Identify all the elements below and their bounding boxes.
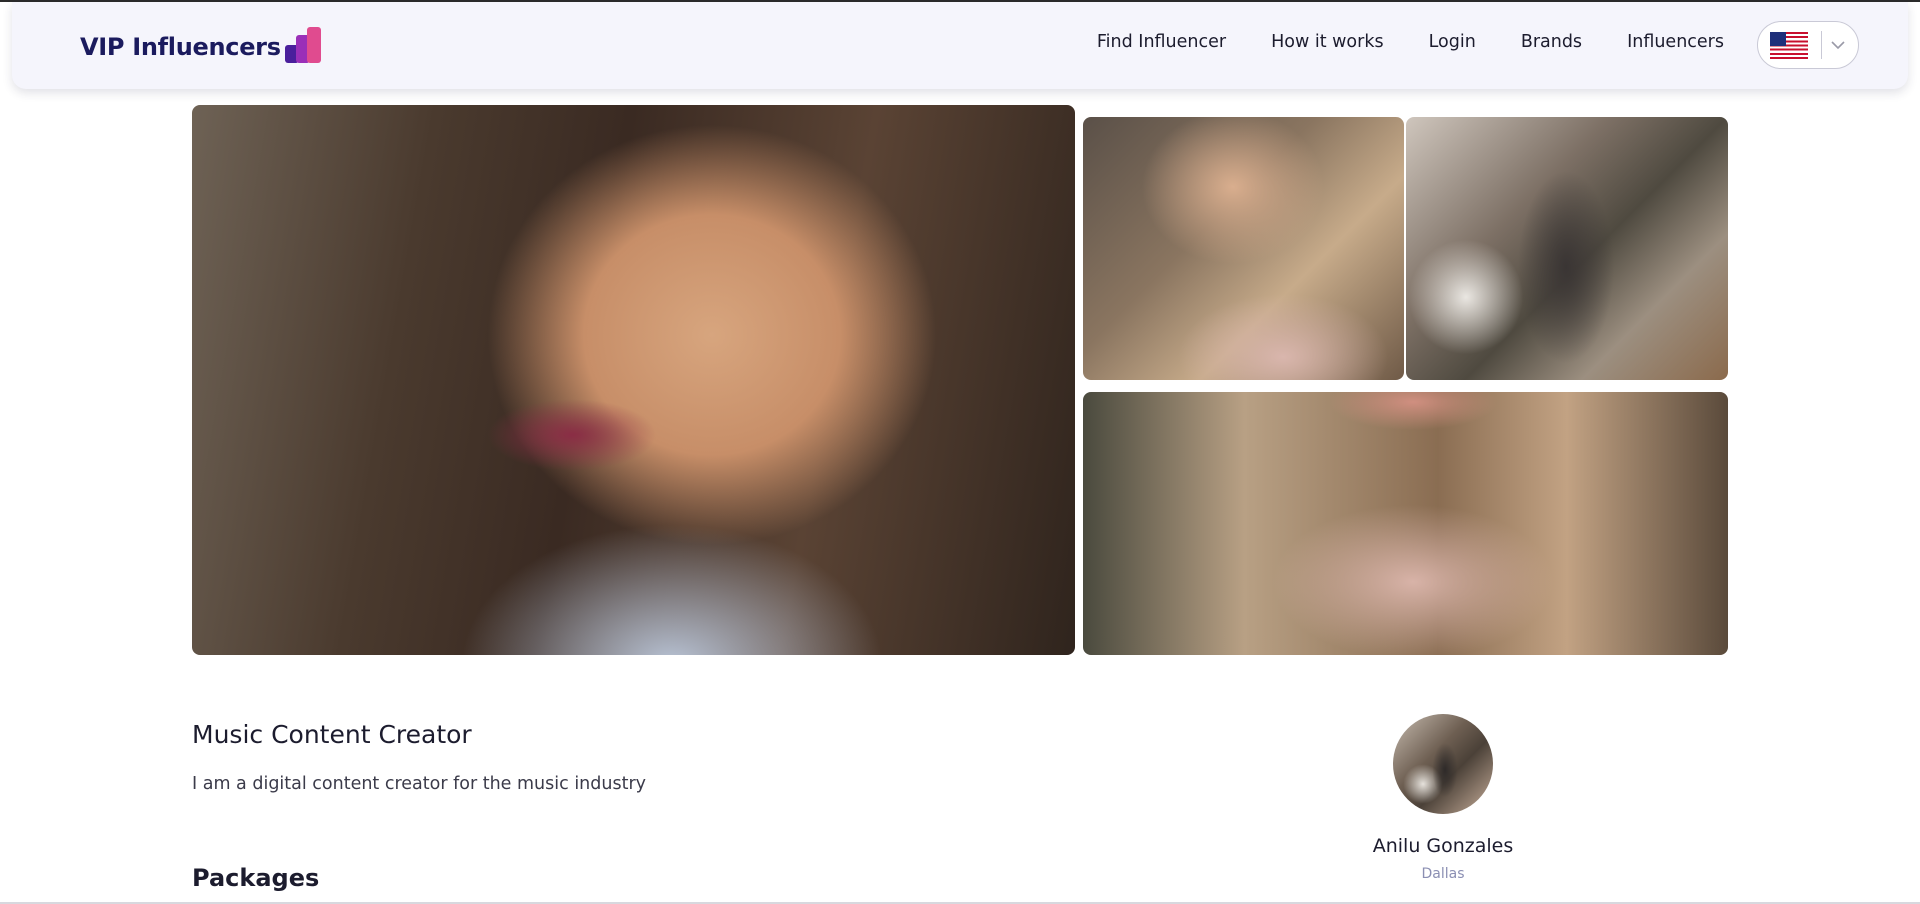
nav-brands[interactable]: Brands <box>1521 32 1582 52</box>
photo-top-left[interactable] <box>1083 117 1404 380</box>
influencer-city: Dallas <box>1421 866 1465 882</box>
profile-title: Music Content Creator <box>192 720 472 749</box>
packages-heading: Packages <box>192 864 320 892</box>
language-divider <box>1821 31 1822 59</box>
avatar[interactable] <box>1393 714 1493 814</box>
chevron-down-icon <box>1831 38 1845 52</box>
nav-how-it-works[interactable]: How it works <box>1271 32 1384 52</box>
influencer-name: Anilu Gonzales <box>1372 835 1514 857</box>
nav-login[interactable]: Login <box>1429 32 1476 52</box>
nav-influencers[interactable]: Influencers <box>1627 32 1724 52</box>
photo-main[interactable] <box>192 105 1075 655</box>
photo-top-right[interactable] <box>1406 117 1728 380</box>
us-flag-icon <box>1770 31 1808 59</box>
site-header: VIP Influencers Find Influencer How it w… <box>12 2 1908 89</box>
main-nav: Find Influencer How it works Login Brand… <box>1097 32 1724 52</box>
language-selector[interactable] <box>1757 21 1859 69</box>
photo-bottom[interactable] <box>1083 392 1728 655</box>
profile-description: I am a digital content creator for the m… <box>192 774 647 794</box>
influencer-card: Anilu Gonzales Dallas <box>1343 714 1543 882</box>
logo-bars-icon <box>284 27 323 63</box>
photo-gallery <box>192 105 1728 655</box>
logo-text: VIP Influencers <box>80 33 281 61</box>
site-logo[interactable]: VIP Influencers <box>80 27 323 65</box>
nav-find-influencer[interactable]: Find Influencer <box>1097 32 1226 52</box>
